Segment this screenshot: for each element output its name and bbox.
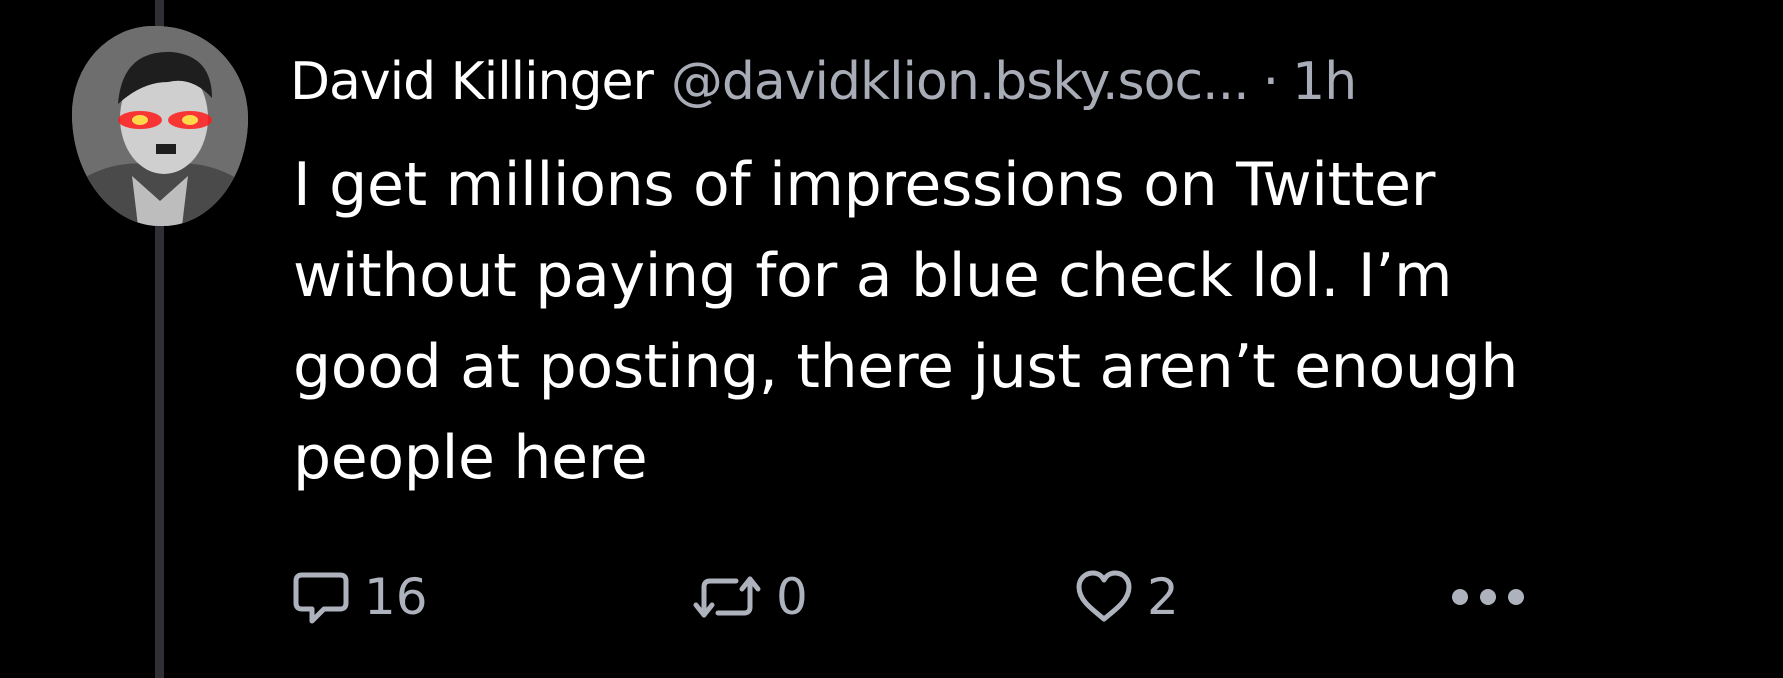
more-options-button[interactable] — [1448, 562, 1528, 632]
repost-count: 0 — [776, 568, 808, 626]
post-actions: 16 0 2 — [292, 562, 1542, 632]
handle[interactable]: @davidklion.bsky.soc... — [671, 52, 1250, 112]
post-text: I get millions of impressions on Twitter… — [293, 150, 1519, 493]
heart-outline-icon — [1076, 570, 1132, 622]
like-button[interactable]: 2 — [1075, 562, 1179, 632]
post-header: David Killinger @davidklion.bsky.soc... … — [290, 46, 1357, 118]
like-count: 2 — [1147, 568, 1179, 626]
reply-count: 16 — [364, 568, 428, 626]
timestamp[interactable]: 1h — [1292, 52, 1357, 112]
avatar-image — [72, 26, 248, 226]
display-name[interactable]: David Killinger — [290, 52, 654, 112]
separator-dot: · — [1262, 52, 1280, 112]
reply-button[interactable]: 16 — [292, 562, 428, 632]
repost-arrows-icon — [693, 576, 761, 618]
repost-button[interactable]: 0 — [692, 562, 808, 632]
reply-bubble-icon — [293, 572, 349, 624]
avatar[interactable] — [72, 26, 248, 226]
more-dots-icon — [1452, 589, 1524, 605]
